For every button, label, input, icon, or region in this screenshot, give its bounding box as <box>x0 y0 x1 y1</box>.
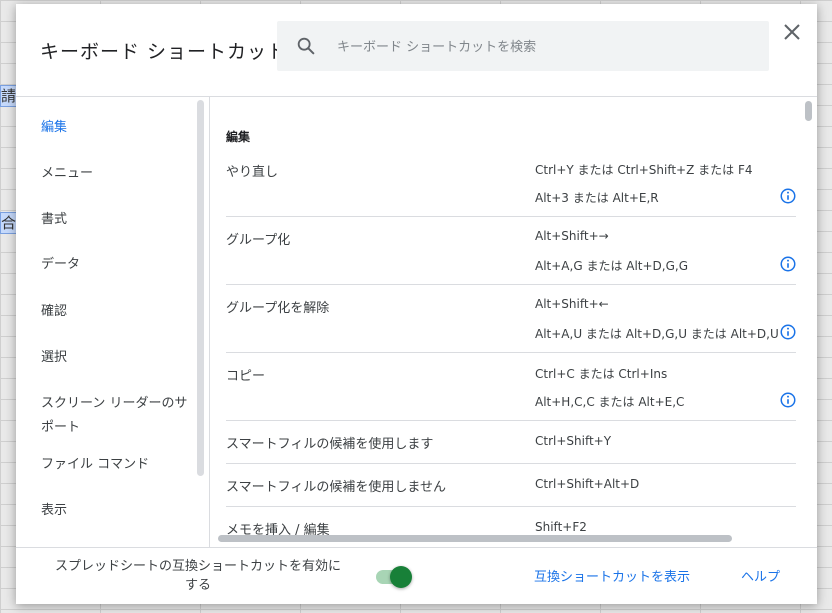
keyboard-shortcuts-dialog: キーボード ショートカット 編集 メニュー 書式 データ 確認 選択 スクリーン… <box>16 4 817 604</box>
shortcut-keys: Alt+A,G または Alt+D,G,G <box>535 259 689 273</box>
shortcut-keys: Alt+H,C,C または Alt+E,C <box>535 395 685 409</box>
search-icon <box>297 37 315 55</box>
background-cell: 請片 <box>0 85 17 107</box>
close-icon <box>784 24 800 40</box>
shortcut-keys: Alt+A,U または Alt+D,G,U または Alt+D,U <box>535 327 779 341</box>
sidebar-item-data[interactable]: データ <box>41 253 201 277</box>
compat-shortcuts-label: スプレッドシートの互換ショートカットを有効にする <box>54 559 341 593</box>
content-vertical-scrollbar[interactable] <box>805 101 812 121</box>
shortcut-action: スマートフィルの候補を使用しません <box>226 480 446 495</box>
compat-shortcuts-toggle[interactable] <box>376 565 412 588</box>
shortcut-keys: Alt+Shift+← <box>535 297 609 311</box>
shortcut-action: やり直し <box>226 165 279 180</box>
shortcut-keys: Alt+3 または Alt+E,R <box>535 191 659 205</box>
sidebar-item-menu[interactable]: メニュー <box>41 162 201 186</box>
close-button[interactable] <box>780 20 804 44</box>
footer-divider <box>16 547 817 548</box>
show-compat-shortcuts-link[interactable]: 互換ショートカットを表示 <box>534 566 690 585</box>
content-horizontal-scrollbar[interactable] <box>218 535 732 542</box>
section-title: 編集 <box>226 130 251 144</box>
shortcut-keys: Shift+F2 <box>535 520 587 534</box>
shortcut-row: コピー Ctrl+C または Ctrl+Ins Alt+H,C,C または Al… <box>226 352 796 421</box>
dialog-title: キーボード ショートカット <box>40 41 288 63</box>
shortcut-keys: Alt+Shift+→ <box>535 229 609 243</box>
shortcut-action: コピー <box>226 369 266 384</box>
shortcut-row: やり直し Ctrl+Y または Ctrl+Shift+Z または F4 Alt+… <box>226 153 796 217</box>
shortcut-row: スマートフィルの候補を使用します Ctrl+Shift+Y <box>226 420 796 464</box>
sidebar-item-view[interactable]: 表示 <box>41 499 201 523</box>
shortcut-action: グループ化を解除 <box>226 301 330 316</box>
sidebar-item-selection[interactable]: 選択 <box>41 346 201 370</box>
shortcut-row: グループ化を解除 Alt+Shift+← Alt+A,U または Alt+D,G… <box>226 284 796 353</box>
sidebar-scrollbar[interactable] <box>197 100 204 476</box>
shortcut-action: スマートフィルの候補を使用します <box>226 437 434 452</box>
background-cell: 合計 <box>0 212 17 234</box>
shortcut-list: 編集 やり直し Ctrl+Y または Ctrl+Shift+Z または F4 A… <box>210 97 817 547</box>
sidebar-item-format[interactable]: 書式 <box>41 208 201 232</box>
search-box[interactable] <box>277 21 769 71</box>
info-icon[interactable] <box>779 187 797 205</box>
search-input[interactable] <box>335 33 759 61</box>
info-icon[interactable] <box>779 391 797 409</box>
info-icon[interactable] <box>779 323 797 341</box>
info-icon[interactable] <box>779 255 797 273</box>
sidebar-item-file-commands[interactable]: ファイル コマンド <box>41 453 201 477</box>
help-link[interactable]: ヘルプ <box>741 566 780 585</box>
sidebar-item-edit[interactable]: 編集 <box>41 116 201 140</box>
shortcut-row: グループ化 Alt+Shift+→ Alt+A,G または Alt+D,G,G <box>226 216 796 285</box>
shortcut-keys: Ctrl+Shift+Y <box>535 434 612 448</box>
shortcut-row: スマートフィルの候補を使用しません Ctrl+Shift+Alt+D <box>226 463 796 507</box>
shortcut-action: グループ化 <box>226 233 291 248</box>
category-sidebar: 編集 メニュー 書式 データ 確認 選択 スクリーン リーダーのサポート ファイ… <box>16 97 209 547</box>
shortcut-keys: Ctrl+Y または Ctrl+Shift+Z または F4 <box>535 163 753 177</box>
toggle-knob <box>390 566 412 588</box>
shortcut-keys: Ctrl+Shift+Alt+D <box>535 477 640 491</box>
sidebar-item-screen-reader[interactable]: スクリーン リーダーのサポート <box>41 392 193 440</box>
sidebar-item-review[interactable]: 確認 <box>41 300 201 324</box>
shortcut-keys: Ctrl+C または Ctrl+Ins <box>535 367 668 381</box>
